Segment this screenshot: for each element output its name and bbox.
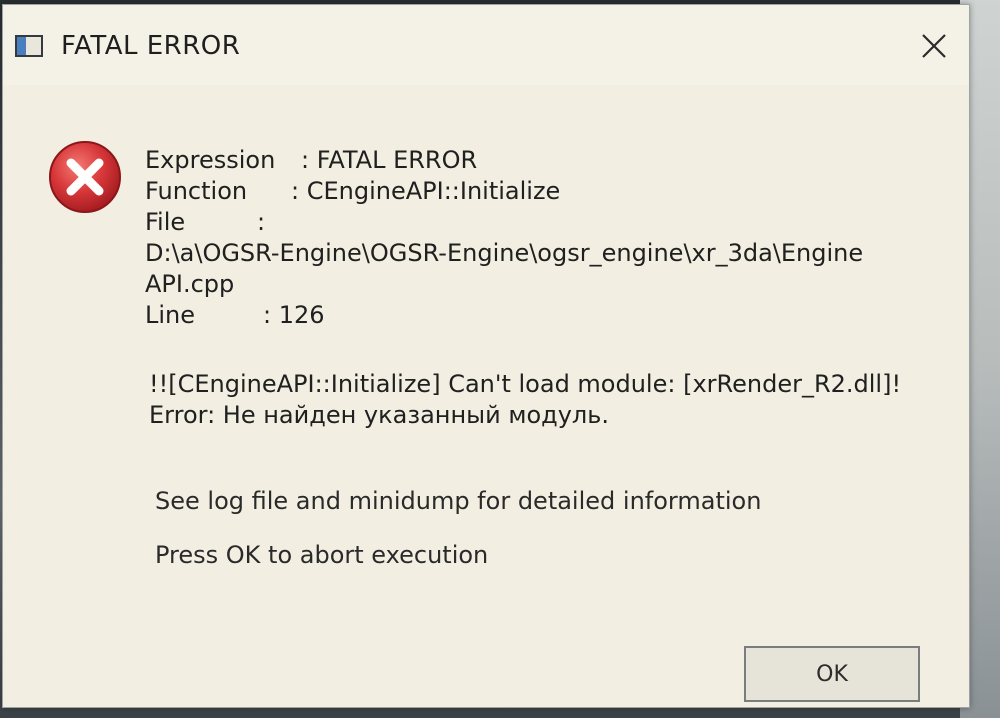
error-details: Expression : FATAL ERROR Function : CEng…	[145, 145, 863, 331]
file-value: :	[257, 208, 266, 236]
window-title: FATAL ERROR	[61, 31, 241, 61]
abort-hint-text: Press OK to abort execution	[155, 541, 489, 569]
line-row: Line : 126	[145, 300, 863, 331]
error-icon	[49, 141, 121, 213]
window-icon	[15, 35, 43, 57]
close-icon	[922, 34, 946, 58]
line-value: : 126	[263, 301, 325, 329]
function-row: Function : CEngineAPI::Initialize	[145, 176, 863, 207]
file-row: File :	[145, 207, 863, 238]
expression-label: Expression	[145, 146, 276, 174]
error-message-line-1: !![CEngineAPI::Initialize] Can't load mo…	[149, 370, 902, 398]
file-label: File	[145, 208, 186, 236]
expression-value: : FATAL ERROR	[301, 146, 478, 174]
file-path-line-2: API.cpp	[145, 270, 235, 298]
error-message: !![CEngineAPI::Initialize] Can't load mo…	[149, 369, 901, 431]
expression-row: Expression : FATAL ERROR	[145, 145, 863, 176]
function-label: Function	[145, 177, 248, 205]
error-message-line-2: Error: Не найден указанный модуль.	[149, 401, 610, 429]
function-value: : CEngineAPI::Initialize	[291, 177, 561, 205]
title-bar[interactable]: FATAL ERROR	[3, 5, 969, 85]
log-hint-text: See log file and minidump for detailed i…	[155, 487, 762, 515]
line-label: Line	[145, 301, 196, 329]
ok-button[interactable]: OK	[744, 646, 920, 702]
fatal-error-dialog: FATAL ERROR Expression : FATAL ERROR Fun…	[2, 4, 970, 708]
file-path-line-1: D:\a\OGSR-Engine\OGSR-Engine\ogsr_engine…	[145, 239, 864, 267]
close-button[interactable]	[907, 23, 961, 69]
